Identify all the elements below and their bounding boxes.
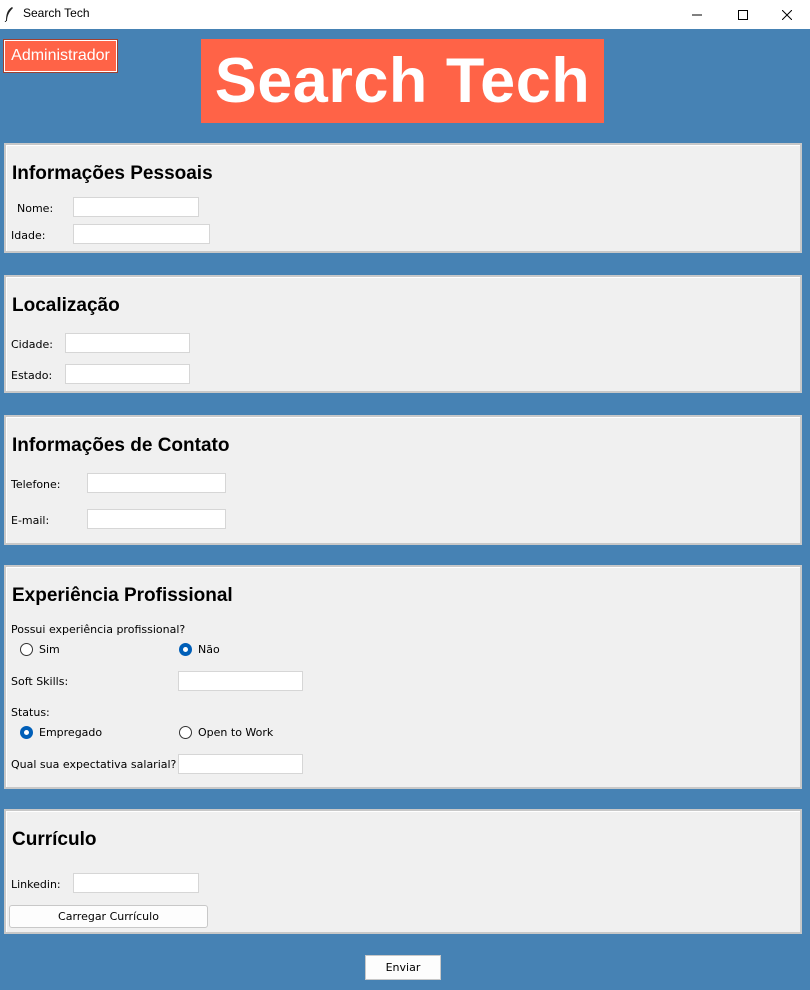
name-label: Nome: bbox=[17, 202, 54, 215]
section-title-personal: Informações Pessoais bbox=[12, 163, 213, 184]
section-title-experience: Experiência Profissional bbox=[12, 585, 233, 606]
email-label: E-mail: bbox=[11, 514, 50, 527]
soft-skills-label: Soft Skills: bbox=[11, 675, 69, 688]
email-input[interactable] bbox=[87, 509, 226, 529]
phone-input[interactable] bbox=[87, 473, 226, 493]
state-label: Estado: bbox=[11, 369, 53, 382]
feather-icon bbox=[4, 7, 13, 22]
contact-section: Informações de Contato Telefone: E-mail: bbox=[4, 415, 802, 545]
app-title-banner: Search Tech bbox=[201, 39, 604, 123]
submit-button[interactable]: Enviar bbox=[365, 955, 441, 980]
maximize-button[interactable] bbox=[720, 0, 766, 29]
admin-button[interactable]: Administrador bbox=[3, 39, 118, 73]
radio-label: Não bbox=[198, 643, 220, 656]
experience-question-label: Possui experiência profissional? bbox=[11, 623, 186, 636]
soft-skills-input[interactable] bbox=[178, 671, 303, 691]
radio-empregado[interactable]: Empregado bbox=[20, 726, 102, 739]
window-titlebar: Search Tech bbox=[0, 0, 810, 29]
radio-indicator bbox=[179, 726, 192, 739]
radio-open-to-work[interactable]: Open to Work bbox=[179, 726, 273, 739]
phone-label: Telefone: bbox=[11, 478, 61, 491]
radio-label: Empregado bbox=[39, 726, 103, 739]
section-title-contact: Informações de Contato bbox=[12, 435, 230, 456]
resume-section: Currículo Linkedin: Carregar Currículo bbox=[4, 809, 802, 934]
name-input[interactable] bbox=[73, 197, 199, 217]
salary-label: Qual sua expectativa salarial? bbox=[11, 758, 177, 771]
maximize-icon bbox=[738, 9, 748, 20]
radio-indicator bbox=[20, 643, 33, 656]
close-icon bbox=[782, 9, 792, 20]
radio-label: Sim bbox=[39, 643, 60, 656]
city-label: Cidade: bbox=[11, 338, 53, 351]
section-title-resume: Currículo bbox=[12, 829, 97, 850]
radio-indicator bbox=[20, 726, 33, 739]
salary-input[interactable] bbox=[178, 754, 303, 774]
radio-label: Open to Work bbox=[198, 726, 274, 739]
city-input[interactable] bbox=[65, 333, 190, 353]
upload-resume-button[interactable]: Carregar Currículo bbox=[9, 905, 208, 928]
radio-sim[interactable]: Sim bbox=[20, 643, 60, 656]
personal-info-section: Informações Pessoais Nome: Idade: bbox=[4, 143, 802, 253]
linkedin-input[interactable] bbox=[73, 873, 199, 893]
radio-nao[interactable]: Não bbox=[179, 643, 220, 656]
section-title-location: Localização bbox=[12, 295, 120, 316]
state-input[interactable] bbox=[65, 364, 190, 384]
window-title: Search Tech bbox=[23, 6, 90, 20]
status-label: Status: bbox=[11, 706, 50, 719]
minimize-button[interactable] bbox=[674, 0, 720, 29]
close-button[interactable] bbox=[764, 0, 810, 29]
age-input[interactable] bbox=[73, 224, 210, 244]
experience-section: Experiência Profissional Possui experiên… bbox=[4, 565, 802, 789]
linkedin-label: Linkedin: bbox=[11, 878, 61, 891]
age-label: Idade: bbox=[11, 229, 46, 242]
minimize-icon bbox=[692, 14, 702, 15]
radio-indicator bbox=[179, 643, 192, 656]
location-section: Localização Cidade: Estado: bbox=[4, 275, 802, 393]
